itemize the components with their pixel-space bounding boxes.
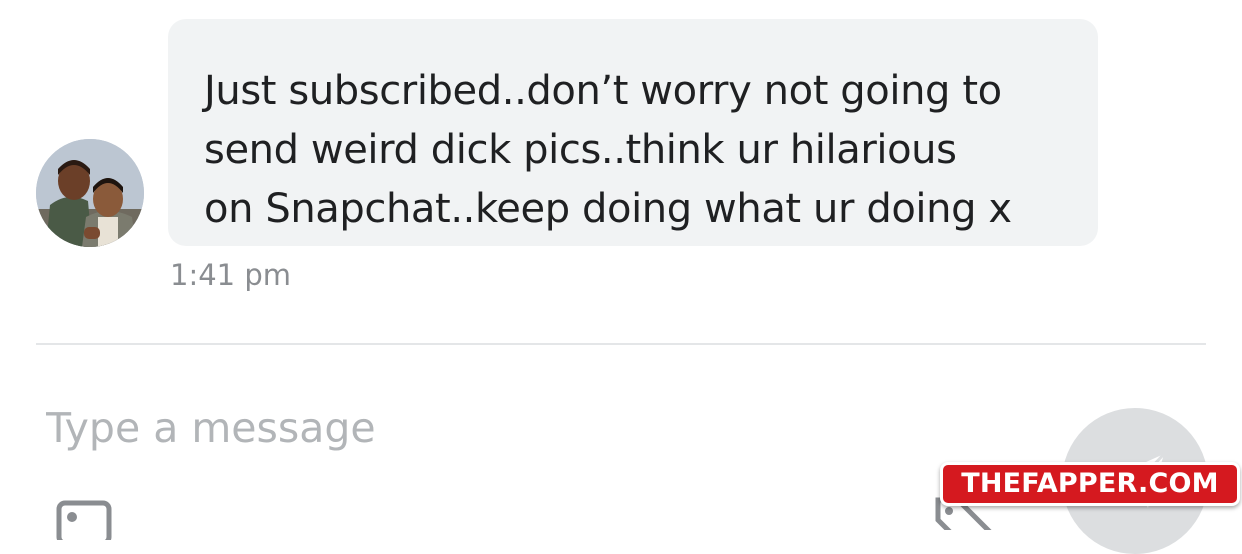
watermark-banner: THEFAPPER.COM: [940, 462, 1240, 506]
message-text: Just subscribed..don’t worry not going t…: [204, 68, 1012, 232]
image-icon[interactable]: [56, 500, 112, 546]
message-input[interactable]: [46, 396, 886, 460]
message-timestamp: 1:41 pm: [170, 258, 291, 292]
sender-avatar[interactable]: [36, 139, 144, 247]
avatar-photo: [36, 139, 144, 247]
message-bubble[interactable]: Just subscribed..don’t worry not going t…: [168, 19, 1098, 246]
composer-divider: [36, 343, 1206, 345]
